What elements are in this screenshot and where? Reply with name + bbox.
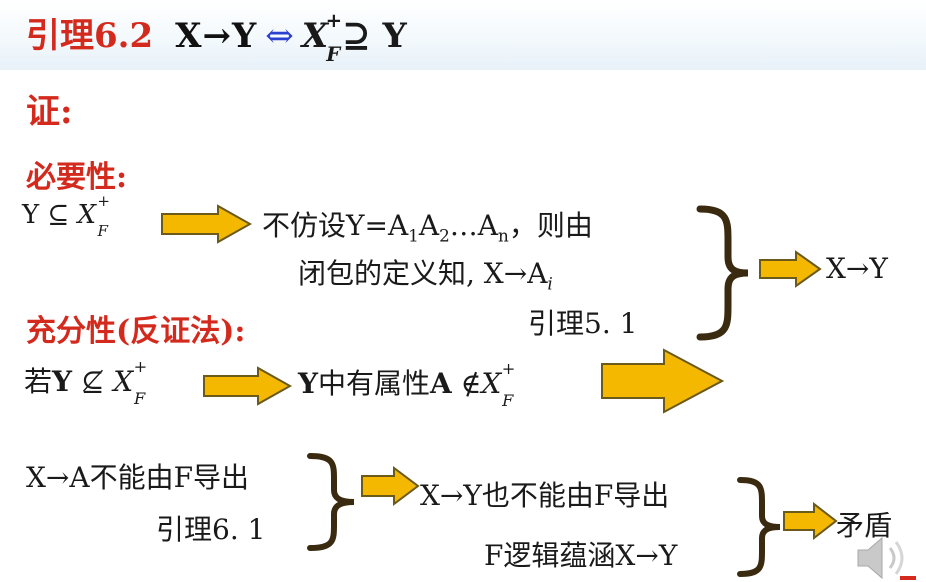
necessity-result: X→Y (826, 252, 888, 285)
closure-definition-line: 闭包的定义知, X→Ai (298, 257, 553, 294)
lemma-5-1-ref: 引理5. 1 (528, 307, 638, 340)
sufficiency-heading: 充分性(反证法): (26, 314, 246, 349)
cannot-derive-a-line: X→A不能由F导出 (26, 461, 250, 494)
cannot-derive-y-line: X→Y也不能由F导出 (420, 479, 670, 512)
right-arrow-icon (361, 466, 420, 506)
lemma-label: 引理6.2 (26, 16, 154, 56)
right-brace-icon (307, 453, 355, 551)
right-arrow-icon (783, 502, 838, 540)
proof-label: 证: (26, 92, 73, 132)
closure-xf: X + F (481, 359, 516, 410)
title-closure: X + F (301, 8, 343, 66)
right-arrow-icon (759, 250, 822, 288)
title-relation-right: Y (382, 16, 407, 56)
closure-xf: X + F (77, 192, 110, 240)
iff-symbol: ⇔ (265, 16, 294, 56)
right-arrow-icon (601, 348, 724, 414)
right-arrow-icon (161, 204, 252, 244)
sufficiency-premise: 若Y ⊈ X + F (24, 357, 148, 408)
page-title: 引理6.2 X→Y ⇔ X + F ⊇ Y (26, 8, 407, 66)
logically-implies-line: F逻辑蕴涵X→Y (484, 539, 678, 572)
superset-symbol: ⊇ (342, 16, 371, 56)
closure-xf: X + F (113, 357, 148, 408)
assume-line: 不仿设Y=A1A2…An，则由 (262, 209, 593, 246)
right-brace-icon (696, 205, 749, 341)
has-attribute-line: Y中有属性A ∉X + F (298, 359, 516, 410)
right-arrow-icon (203, 366, 292, 406)
right-brace-icon (737, 477, 781, 577)
speaker-icon[interactable] (848, 530, 918, 582)
title-relation-left: X→Y (175, 16, 258, 56)
lemma-6-1-ref: 引理6. 1 (156, 513, 266, 546)
necessity-heading: 必要性: (26, 160, 128, 195)
necessity-premise: Y ⊆ X + F (22, 192, 110, 240)
